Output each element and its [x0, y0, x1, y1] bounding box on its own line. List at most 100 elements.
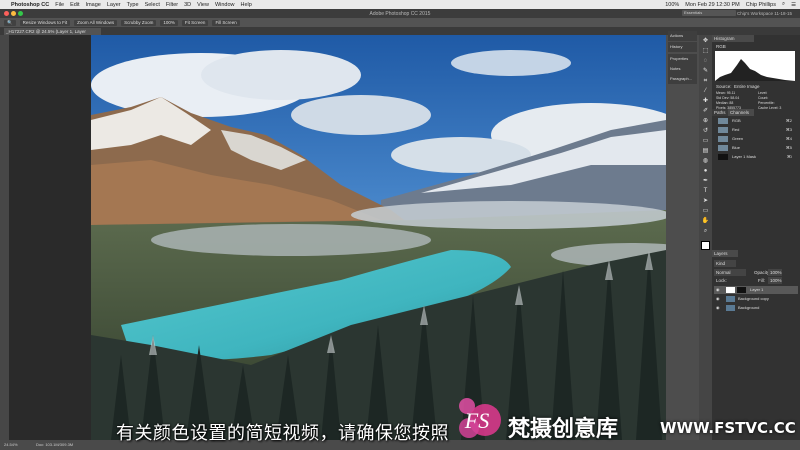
- menu-list-icon[interactable]: ☰: [791, 2, 796, 8]
- option-resize-windows[interactable]: Resize Windows to Fit: [19, 19, 71, 26]
- workspace-switcher[interactable]: Chip's Workspace 11-18-15: [737, 11, 792, 16]
- option-zoom-all[interactable]: Zoom All Windows: [74, 19, 118, 26]
- panel-properties[interactable]: Properties: [668, 54, 697, 64]
- landscape-photo[interactable]: [91, 35, 666, 440]
- stat-cache-level: Cache Level: 3: [758, 106, 782, 110]
- panel-paragraph[interactable]: Paragraph...: [668, 74, 697, 84]
- panel-history[interactable]: History: [668, 42, 697, 52]
- zoom-tool-icon[interactable]: ⌕: [701, 227, 710, 235]
- healing-tool-icon[interactable]: ✚: [701, 97, 710, 105]
- blur-tool-icon[interactable]: ◍: [701, 157, 710, 165]
- channel-name: Red: [732, 127, 740, 132]
- opacity-value[interactable]: 100%: [768, 269, 782, 276]
- color-swatch-icon[interactable]: [701, 241, 710, 250]
- clock[interactable]: Mon Feb 29 12:30 PM: [685, 2, 739, 8]
- layer-mask-thumbnail[interactable]: [737, 287, 746, 293]
- menu-3d[interactable]: 3D: [184, 2, 191, 8]
- channels-tab[interactable]: Channels: [728, 109, 754, 116]
- panel-notes[interactable]: Notes: [668, 64, 697, 74]
- histogram-source[interactable]: Entire Image: [732, 83, 760, 90]
- layers-tab[interactable]: Layers: [712, 250, 738, 257]
- hand-tool-icon[interactable]: ✋: [701, 217, 710, 225]
- histogram-graph: [715, 51, 795, 81]
- path-select-tool-icon[interactable]: ➤: [701, 197, 710, 205]
- channel-row-blue[interactable]: Blue ⌘5: [714, 144, 798, 152]
- eyedropper-tool-icon[interactable]: ⁄: [701, 87, 710, 95]
- menu-image[interactable]: Image: [86, 2, 101, 8]
- macos-menu-bar: Photoshop CC File Edit Image Layer Type …: [0, 0, 800, 9]
- channel-row-rgb[interactable]: RGB ⌘2: [714, 117, 798, 125]
- window-title: Adobe Photoshop CC 2015: [369, 10, 431, 17]
- layer-row-background-copy[interactable]: ◉ Background copy: [714, 295, 798, 303]
- dodge-tool-icon[interactable]: ●: [701, 167, 710, 175]
- paths-tab[interactable]: Paths: [712, 109, 728, 116]
- tools-panel: ✥ ⬚ ◌ ✎ ⌗ ⁄ ✚ ✐ ⊕ ↺ ▭ ▤ ◍ ● ✒ T ➤ ▭ ✋ ⌕: [699, 35, 712, 440]
- document-tab[interactable]: _H17227.CR2 @ 24.5% (Layer 1, Layer Mask…: [4, 28, 101, 41]
- menu-status-area: 100% Mon Feb 29 12:30 PM Chip Phillips ⌕…: [659, 0, 796, 9]
- channel-row-red[interactable]: Red ⌘3: [714, 126, 798, 134]
- channel-row-green[interactable]: Green ⌘4: [714, 135, 798, 143]
- crop-tool-icon[interactable]: ⌗: [701, 77, 710, 85]
- option-scrubby-zoom[interactable]: Scrubby Zoom: [121, 19, 157, 26]
- brush-tool-icon[interactable]: ✐: [701, 107, 710, 115]
- move-tool-icon[interactable]: ✥: [701, 37, 710, 45]
- layer-row-layer-1[interactable]: ◉ Layer 1: [714, 286, 798, 294]
- menu-select[interactable]: Select: [145, 2, 160, 8]
- layer-name: Background copy: [738, 296, 769, 301]
- layer-row-background[interactable]: ◉ Background: [714, 304, 798, 312]
- history-brush-icon[interactable]: ↺: [701, 127, 710, 135]
- battery-status[interactable]: 100%: [665, 2, 679, 8]
- shape-tool-icon[interactable]: ▭: [701, 207, 710, 215]
- visibility-eye-icon[interactable]: ◉: [716, 304, 720, 312]
- menu-file[interactable]: File: [55, 2, 64, 8]
- workspace-search-field[interactable]: Essentials: [682, 10, 736, 16]
- menu-filter[interactable]: Filter: [166, 2, 178, 8]
- histogram-channel[interactable]: RGB: [714, 43, 726, 50]
- layer-filter-kind[interactable]: Kind: [714, 260, 736, 267]
- menu-type[interactable]: Type: [127, 2, 139, 8]
- menu-window[interactable]: Window: [215, 2, 235, 8]
- search-icon[interactable]: ⌕: [782, 1, 785, 8]
- window-title-bar: Adobe Photoshop CC 2015 Essentials Chip'…: [0, 9, 800, 18]
- left-toolbar[interactable]: [0, 35, 9, 440]
- blend-mode-select[interactable]: Normal: [714, 269, 746, 276]
- channel-name: Green: [732, 136, 744, 141]
- eraser-tool-icon[interactable]: ▭: [701, 137, 710, 145]
- zoom-level[interactable]: 24.54%: [4, 442, 18, 447]
- histogram-tab[interactable]: Histogram: [712, 35, 754, 42]
- option-fill-screen[interactable]: Fill Screen: [212, 19, 240, 26]
- histogram-source-label: Source:: [716, 84, 732, 89]
- zoom-tool-icon[interactable]: 🔍: [4, 19, 16, 26]
- user-name[interactable]: Chip Phillips: [746, 2, 776, 8]
- option-100-percent[interactable]: 100%: [160, 19, 178, 26]
- channel-shortcut: ⌘5: [785, 145, 792, 150]
- menu-view[interactable]: View: [197, 2, 209, 8]
- panel-actions[interactable]: Actions: [668, 31, 697, 41]
- lasso-tool-icon[interactable]: ◌: [701, 57, 710, 65]
- marquee-tool-icon[interactable]: ⬚: [701, 47, 710, 55]
- channel-row-layer-mask[interactable]: Layer 1 Mask ⌘\: [714, 153, 798, 161]
- quick-select-tool-icon[interactable]: ✎: [701, 67, 710, 75]
- channel-thumbnail: [718, 154, 728, 160]
- menu-edit[interactable]: Edit: [70, 2, 79, 8]
- video-subtitle: 有关颜色设置的简短视频，请确保您按照: [116, 423, 449, 444]
- layer-thumbnail: [726, 287, 735, 293]
- layer-thumbnail: [726, 296, 735, 302]
- channel-thumbnail: [718, 136, 728, 142]
- option-fit-screen[interactable]: Fit Screen: [181, 19, 209, 26]
- visibility-eye-icon[interactable]: ◉: [716, 295, 720, 303]
- menu-app-name[interactable]: Photoshop CC: [11, 2, 49, 8]
- visibility-eye-icon[interactable]: ◉: [716, 286, 720, 294]
- clone-tool-icon[interactable]: ⊕: [701, 117, 710, 125]
- channel-shortcut: ⌘4: [785, 136, 792, 141]
- options-bar: 🔍 Resize Windows to Fit Zoom All Windows…: [0, 18, 800, 27]
- type-tool-icon[interactable]: T: [701, 187, 710, 195]
- menu-help[interactable]: Help: [241, 2, 252, 8]
- watermark-url: WWW.FSTVC.CC: [660, 419, 796, 437]
- right-panels: Histogram RGB Source: Entire Image Mean:…: [712, 35, 800, 440]
- menu-layer[interactable]: Layer: [107, 2, 121, 8]
- channel-shortcut: ⌘3: [785, 127, 792, 132]
- gradient-tool-icon[interactable]: ▤: [701, 147, 710, 155]
- fill-value[interactable]: 100%: [768, 277, 782, 284]
- pen-tool-icon[interactable]: ✒: [701, 177, 710, 185]
